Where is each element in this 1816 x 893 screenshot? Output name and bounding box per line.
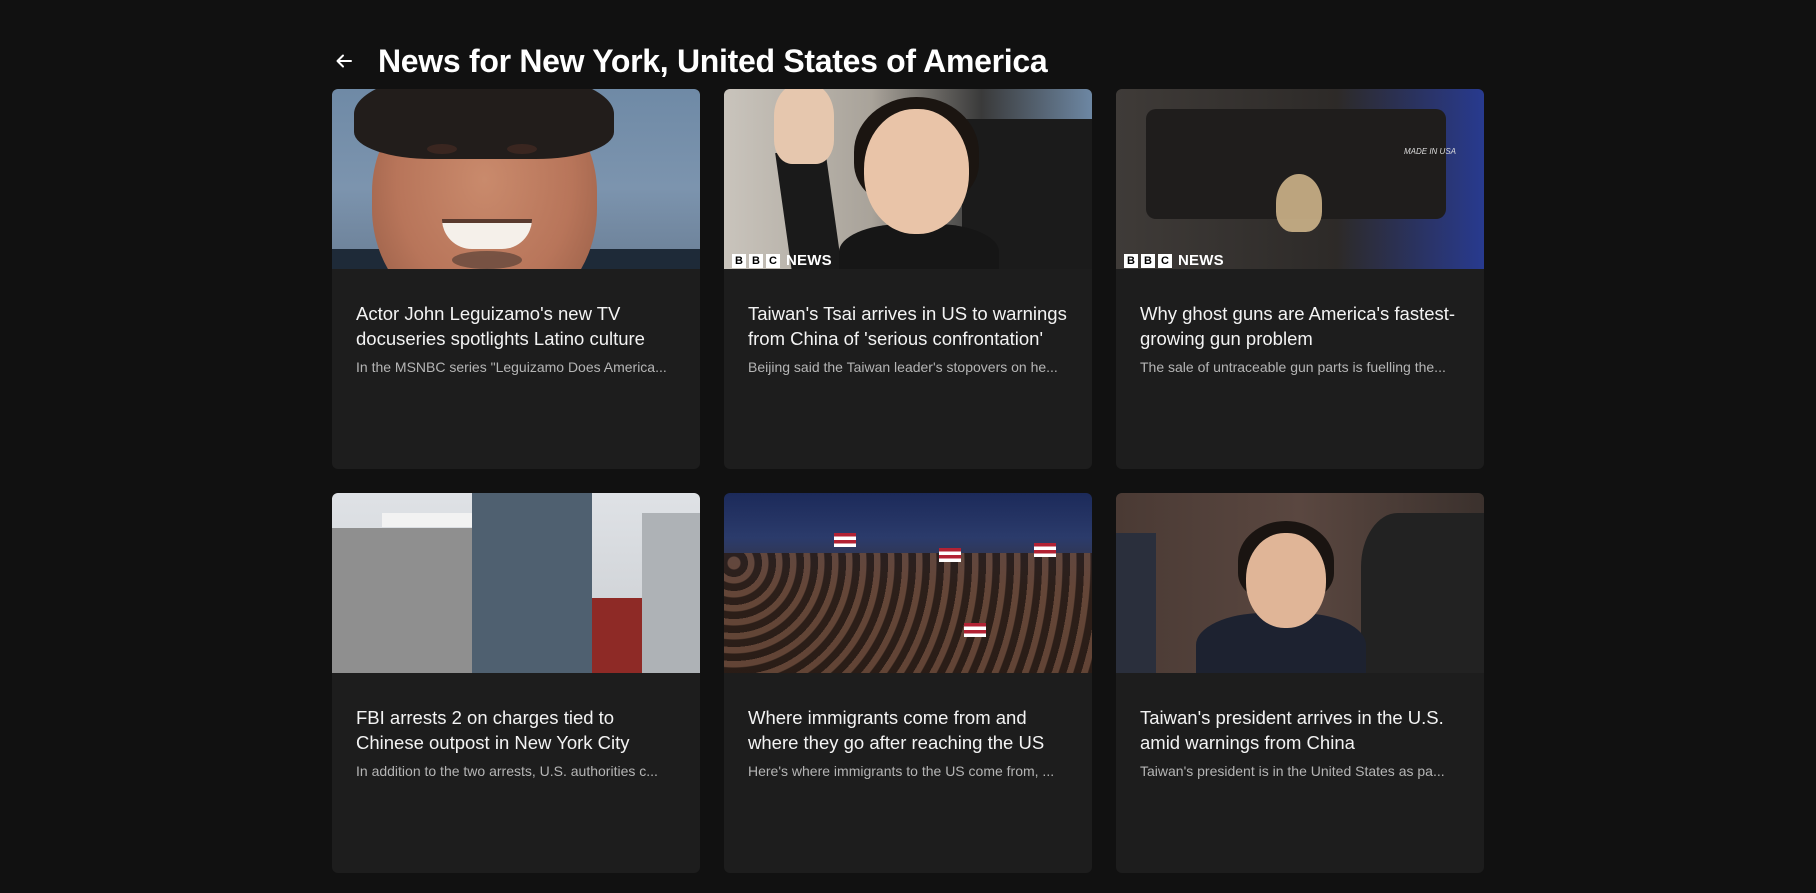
article-headline[interactable]: Why ghost guns are America's fastest-gro… [1140, 301, 1460, 351]
article-image [1116, 493, 1484, 673]
news-card[interactable]: Actor John Leguizamo's new TV docuseries… [332, 89, 700, 469]
header: News for New York, United States of Amer… [332, 36, 1485, 86]
page-container: News for New York, United States of Amer… [332, 36, 1485, 873]
article-snippet: In the MSNBC series "Leguizamo Does Amer… [356, 359, 667, 375]
article-headline[interactable]: Taiwan's president arrives in the U.S. a… [1140, 705, 1460, 755]
bbc-news-logo: B B C NEWS [1124, 252, 1224, 269]
article-snippet: Here's where immigrants to the US come f… [748, 763, 1055, 779]
article-headline[interactable]: FBI arrests 2 on charges tied to Chinese… [356, 705, 676, 755]
news-card[interactable]: MADE IN USA B B C NEWS Why ghost guns ar… [1116, 89, 1484, 469]
bbc-news-logo: B B C NEWS [732, 252, 832, 269]
article-headline[interactable]: Actor John Leguizamo's new TV docuseries… [356, 301, 676, 351]
page-title: News for New York, United States of Amer… [378, 42, 1048, 79]
news-card[interactable]: B B C NEWS Taiwan's Tsai arrives in US t… [724, 89, 1092, 469]
article-headline[interactable]: Taiwan's Tsai arrives in US to warnings … [748, 301, 1068, 351]
news-grid: Actor John Leguizamo's new TV docuseries… [332, 89, 1484, 873]
back-button[interactable] [332, 49, 356, 73]
article-snippet: The sale of untraceable gun parts is fue… [1140, 359, 1446, 375]
article-snippet: In addition to the two arrests, U.S. aut… [356, 763, 658, 779]
article-image [332, 493, 700, 673]
news-card[interactable]: FBI arrests 2 on charges tied to Chinese… [332, 493, 700, 873]
article-image [332, 89, 700, 269]
arrow-left-icon [336, 54, 352, 68]
article-image: B B C NEWS [724, 89, 1092, 269]
news-card[interactable]: Taiwan's president arrives in the U.S. a… [1116, 493, 1484, 873]
article-headline[interactable]: Where immigrants come from and where the… [748, 705, 1068, 755]
article-image [724, 493, 1092, 673]
article-snippet: Beijing said the Taiwan leader's stopove… [748, 359, 1058, 375]
article-snippet: Taiwan's president is in the United Stat… [1140, 763, 1445, 779]
article-image: MADE IN USA B B C NEWS [1116, 89, 1484, 269]
news-card[interactable]: Where immigrants come from and where the… [724, 493, 1092, 873]
